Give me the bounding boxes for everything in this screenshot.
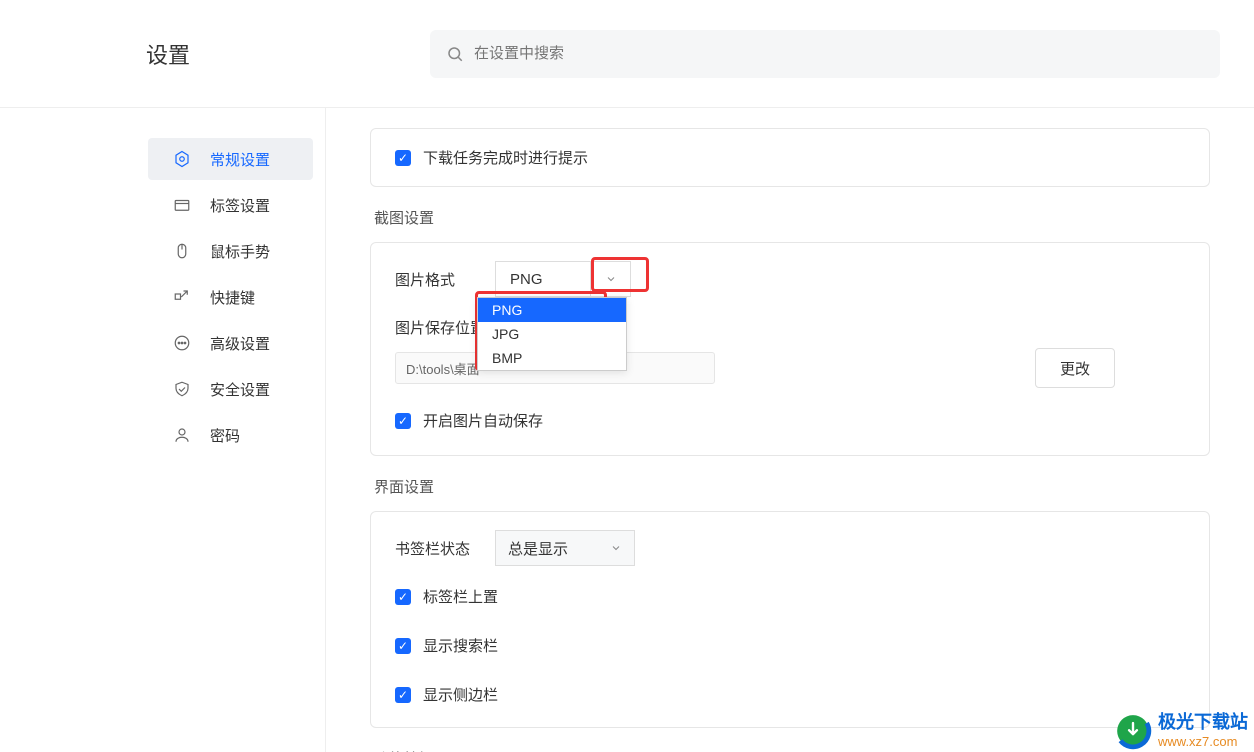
format-label: 图片格式 [395,269,495,290]
shortcut-icon [172,287,192,307]
sidebar-item-general[interactable]: 常规设置 [148,138,313,180]
sidebar-item-security[interactable]: 安全设置 [148,368,313,410]
search-box[interactable] [430,30,1220,78]
gear-icon [172,149,192,169]
page-title: 设置 [146,38,326,70]
sidebar-item-password[interactable]: 密码 [148,414,313,456]
function-section-title: 功能按钮 [374,748,1210,752]
show-search-row[interactable]: ✓ 显示搜索栏 [395,635,1185,656]
watermark-logo-icon [1114,712,1152,750]
sidebar-item-label: 常规设置 [210,149,270,170]
dots-icon [172,333,192,353]
sidebar-item-advanced[interactable]: 高级设置 [148,322,313,364]
format-option-png[interactable]: PNG [478,298,626,322]
bookmark-state-select[interactable]: 总是显示 [495,530,635,566]
sidebar-item-tabs[interactable]: 标签设置 [148,184,313,226]
checkbox-download-prompt[interactable]: ✓ [395,150,411,166]
tab-top-row[interactable]: ✓ 标签栏上置 [395,586,1185,607]
format-option-jpg[interactable]: JPG [478,322,626,346]
checkbox-show-sidebar[interactable]: ✓ [395,687,411,703]
show-sidebar-row[interactable]: ✓ 显示侧边栏 [395,684,1185,705]
check-icon: ✓ [398,689,408,701]
search-icon [446,45,464,63]
watermark-brand: 极光下载站 [1158,712,1248,734]
sidebar-item-label: 安全设置 [210,379,270,400]
shield-icon [172,379,192,399]
sidebar-item-label: 鼠标手势 [210,241,270,262]
sidebar-item-shortcut[interactable]: 快捷键 [148,276,313,318]
sidebar-item-label: 快捷键 [210,287,255,308]
chevron-down-icon [610,542,622,554]
download-card: ✓ 下载任务完成时进行提示 [370,128,1210,187]
format-option-bmp[interactable]: BMP [478,346,626,370]
check-icon: ✓ [398,415,408,427]
search-input[interactable] [474,45,1204,62]
format-select[interactable]: PNG [495,261,591,297]
sidebar: 常规设置 标签设置 鼠标手势 快捷键 高级设置 安全设置 密码 [0,108,326,752]
bookmark-state-value: 总是显示 [508,538,568,559]
format-select-wrap: PNG PNG JPG BMP [495,261,631,297]
change-path-button[interactable]: 更改 [1035,348,1115,388]
main: 常规设置 标签设置 鼠标手势 快捷键 高级设置 安全设置 密码 [0,108,1254,752]
screenshot-card: 图片格式 PNG PNG JPG BMP [370,242,1210,456]
sidebar-item-mouse[interactable]: 鼠标手势 [148,230,313,272]
show-search-label: 显示搜索栏 [423,635,498,656]
auto-save-label: 开启图片自动保存 [423,410,543,431]
mouse-icon [172,241,192,261]
sidebar-item-label: 密码 [210,425,240,446]
check-icon: ✓ [398,591,408,603]
header: 设置 [0,0,1254,108]
bookmark-state-label: 书签栏状态 [395,538,495,559]
content-area: ✓ 下载任务完成时进行提示 截图设置 图片格式 PNG [326,108,1254,752]
interface-section-title: 界面设置 [374,476,1210,497]
format-dropdown-toggle[interactable] [591,261,631,297]
bookmark-state-row: 书签栏状态 总是显示 [395,530,1185,566]
interface-card: 书签栏状态 总是显示 ✓ 标签栏上置 ✓ 显示搜索栏 ✓ 显示侧边栏 [370,511,1210,728]
download-prompt-label: 下载任务完成时进行提示 [423,147,588,168]
show-sidebar-label: 显示侧边栏 [423,684,498,705]
checkbox-show-search[interactable]: ✓ [395,638,411,654]
watermark-url: www.xz7.com [1158,734,1248,750]
chevron-down-icon [605,273,617,285]
check-icon: ✓ [398,640,408,652]
checkbox-tab-top[interactable]: ✓ [395,589,411,605]
user-icon [172,425,192,445]
screenshot-section-title: 截图设置 [374,207,1210,228]
tab-top-label: 标签栏上置 [423,586,498,607]
tab-icon [172,195,192,215]
check-icon: ✓ [398,152,408,164]
format-dropdown: PNG JPG BMP [477,297,627,371]
watermark: 极光下载站 www.xz7.com [1114,712,1248,750]
format-selected-value: PNG [510,271,543,288]
auto-save-row[interactable]: ✓ 开启图片自动保存 [395,410,1185,431]
checkbox-auto-save[interactable]: ✓ [395,413,411,429]
download-prompt-row[interactable]: ✓ 下载任务完成时进行提示 [395,147,1185,168]
sidebar-item-label: 高级设置 [210,333,270,354]
format-row: 图片格式 PNG PNG JPG BMP [395,261,1185,297]
sidebar-item-label: 标签设置 [210,195,270,216]
